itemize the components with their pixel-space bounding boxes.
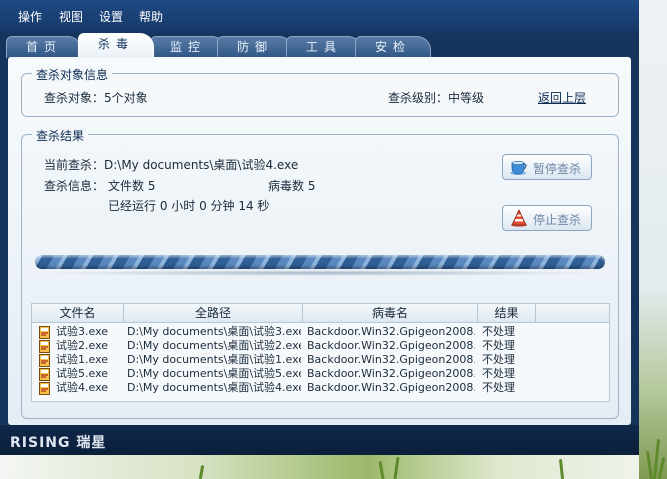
table-header: 文件名 全路径 病毒名 结果 <box>32 304 609 323</box>
scan-results-title: 查杀结果 <box>32 127 89 144</box>
cell-virus: Backdoor.Win32.Gpigeon2008.eo <box>307 367 475 380</box>
antivirus-panel: 查杀对象信息 查杀对象：5个对象 查杀级别：中等级 返回上层 查杀结果 当前查杀… <box>8 57 631 425</box>
table-row[interactable]: 试验4.exe D:\My documents\桌面\试验4.exe Backdoo… <box>32 381 609 395</box>
target-info-title: 查杀对象信息 <box>32 66 113 83</box>
pause-scan-label: 暂停查杀 <box>533 162 582 176</box>
results-table: 文件名 全路径 病毒名 结果 试验3.exe D:\My documents\桌面… <box>31 303 610 402</box>
tab-tools[interactable]: 工具 <box>286 36 362 58</box>
cell-virus: Backdoor.Win32.Gpigeon2008.eo <box>307 381 475 394</box>
scan-info-label: 查杀信息： <box>44 179 105 193</box>
stop-scan-button[interactable]: 停止查杀 <box>502 205 592 231</box>
cell-name: 试验2.exe <box>56 339 109 352</box>
header-fullpath[interactable]: 全路径 <box>124 304 303 322</box>
antivirus-window: 操作 视图 设置 帮助 首页 杀毒 监控 防御 工具 安检 查杀对象信息 查杀对… <box>0 0 639 455</box>
exe-file-icon <box>39 340 50 353</box>
background-scenery-bottom <box>0 455 667 479</box>
stop-scan-label: 停止查杀 <box>533 213 582 227</box>
cell-path: D:\My documents\桌面\试验1.exe <box>127 353 301 366</box>
file-count-text: 文件数 5 <box>108 179 156 193</box>
menu-help[interactable]: 帮助 <box>139 8 163 25</box>
header-filename[interactable]: 文件名 <box>32 304 124 322</box>
tab-security-check[interactable]: 安检 <box>355 36 431 58</box>
current-scan-path: D:\My documents\桌面\试验4.exe <box>104 158 299 172</box>
progress-bar-shadow <box>38 270 602 276</box>
elapsed-time-text: 已经运行 0 小时 0 分钟 14 秒 <box>108 199 270 213</box>
cell-result: 不处理 <box>482 353 515 366</box>
scan-level-text: 查杀级别：中等级 <box>388 91 485 105</box>
table-row[interactable]: 试验5.exe D:\My documents\桌面\试验5.exe Backdoo… <box>32 367 609 381</box>
exe-file-icon <box>39 368 50 381</box>
brand-bar: RISING 瑞星 <box>0 425 639 455</box>
menu-settings[interactable]: 设置 <box>99 8 123 25</box>
current-scan-label: 当前查杀： <box>44 158 105 172</box>
cell-virus: Backdoor.Win32.Gpigeon2008.eo <box>307 325 475 338</box>
pause-scan-button[interactable]: 暂停查杀 <box>502 154 592 180</box>
cell-result: 不处理 <box>482 381 515 394</box>
cell-name: 试验5.exe <box>56 367 109 380</box>
teacup-icon <box>510 161 527 175</box>
virus-count-text: 病毒数 5 <box>268 179 316 193</box>
scan-progress-bar <box>35 255 605 269</box>
cell-result: 不处理 <box>482 367 515 380</box>
cell-virus: Backdoor.Win32.Gpigeon2008.eo <box>307 339 475 352</box>
exe-file-icon <box>39 382 50 395</box>
header-result[interactable]: 结果 <box>478 304 536 322</box>
cell-path: D:\My documents\桌面\试验2.exe <box>127 339 301 352</box>
cell-virus: Backdoor.Win32.Gpigeon2008.eo <box>307 353 475 366</box>
menu-view[interactable]: 视图 <box>59 8 83 25</box>
exe-file-icon <box>39 326 50 339</box>
tab-antivirus[interactable]: 杀毒 <box>78 33 154 58</box>
cell-path: D:\My documents\桌面\试验5.exe <box>127 367 301 380</box>
rising-logo: RISING 瑞星 <box>10 435 107 451</box>
tab-home[interactable]: 首页 <box>6 36 82 58</box>
tab-monitor[interactable]: 监控 <box>150 36 226 58</box>
menu-operate[interactable]: 操作 <box>18 8 42 25</box>
tab-defense[interactable]: 防御 <box>217 36 293 58</box>
cell-path: D:\My documents\桌面\试验3.exe <box>127 325 301 338</box>
table-row[interactable]: 试验1.exe D:\My documents\桌面\试验1.exe Backdoo… <box>32 353 609 367</box>
back-link[interactable]: 返回上层 <box>538 89 586 106</box>
table-row[interactable]: 试验3.exe D:\My documents\桌面\试验3.exe Backdoo… <box>32 325 609 339</box>
menu-bar: 操作 视图 设置 帮助 <box>0 0 639 33</box>
cell-name: 试验4.exe <box>56 381 109 394</box>
target-info-group: 查杀对象信息 查杀对象：5个对象 查杀级别：中等级 返回上层 <box>21 66 619 117</box>
cell-path: D:\My documents\桌面\试验4.exe <box>127 381 301 394</box>
cell-result: 不处理 <box>482 339 515 352</box>
warning-cone-icon <box>511 209 527 227</box>
exe-file-icon <box>39 354 50 367</box>
header-virus-name[interactable]: 病毒名 <box>303 304 478 322</box>
target-count-text: 查杀对象：5个对象 <box>44 91 148 105</box>
cell-result: 不处理 <box>482 325 515 338</box>
cell-name: 试验1.exe <box>56 353 109 366</box>
cell-name: 试验3.exe <box>56 325 109 338</box>
table-row[interactable]: 试验2.exe D:\My documents\桌面\试验2.exe Backdoo… <box>32 339 609 353</box>
background-scenery-right <box>639 0 667 479</box>
tab-bar: 首页 杀毒 监控 防御 工具 安检 <box>0 33 639 58</box>
